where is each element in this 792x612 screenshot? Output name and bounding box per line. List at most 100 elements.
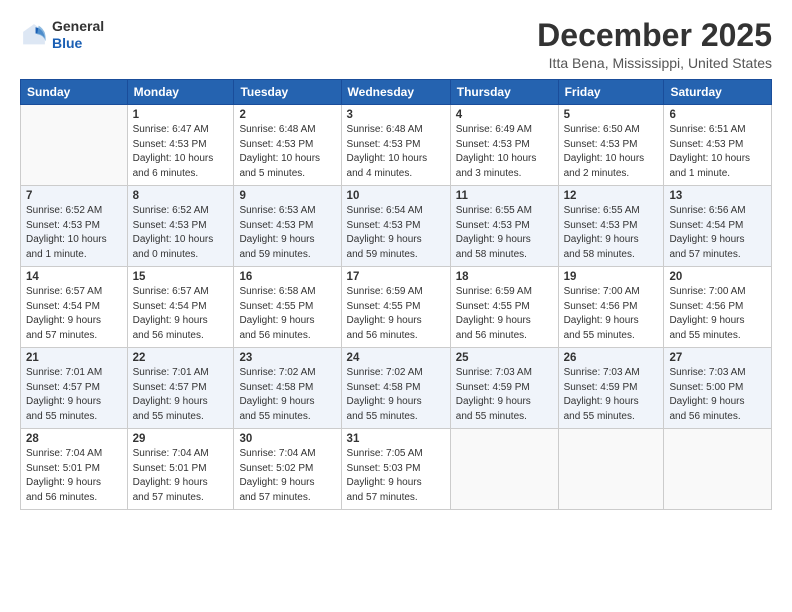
day-number: 9 (239, 190, 335, 202)
calendar-day-cell: 13 Sunrise: 6:56 AMSunset: 4:54 PMDayligh… (664, 186, 772, 267)
day-of-week-header: Wednesday (341, 80, 450, 105)
day-number: 14 (26, 271, 122, 283)
day-number: 11 (456, 190, 553, 202)
day-info: Sunrise: 6:48 AMSunset: 4:53 PMDaylight:… (347, 123, 445, 181)
calendar-day-cell: 18Sunrise: 6:59 AMSunset: 4:55 PMDayligh… (450, 267, 558, 348)
logo-blue: Blue (52, 35, 104, 52)
day-number: 4 (456, 109, 553, 121)
calendar-day-cell: 5 Sunrise: 6:50 AMSunset: 4:53 PMDaylight… (558, 105, 664, 186)
day-info: Sunrise: 6:50 AMSunset: 4:53 PMDaylight:… (564, 123, 659, 181)
day-number: 8 (133, 190, 229, 202)
day-number: 25 (456, 352, 553, 364)
day-info: Sunrise: 7:04 AMSunset: 5:02 PMDaylight:… (239, 447, 335, 505)
logo-text: General Blue (52, 18, 104, 52)
calendar-header-row: SundayMondayTuesdayWednesdayThursdayFrid… (21, 80, 772, 105)
day-info: Sunrise: 7:00 AMSunset: 4:56 PMDaylight:… (564, 285, 659, 343)
calendar-day-cell: 9Sunrise: 6:53 AMSunset: 4:53 PMDaylight… (234, 186, 341, 267)
day-info: Sunrise: 7:01 AMSunset: 4:57 PMDaylight:… (26, 366, 122, 424)
calendar-day-cell: 2Sunrise: 6:48 AMSunset: 4:53 PMDaylight… (234, 105, 341, 186)
calendar-day-cell: 22 Sunrise: 7:01 AMSunset: 4:57 PMDayligh… (127, 348, 234, 429)
calendar-week-row: 21 Sunrise: 7:01 AMSunset: 4:57 PMDayligh… (21, 348, 772, 429)
calendar-day-cell: 11 Sunrise: 6:55 AMSunset: 4:53 PMDayligh… (450, 186, 558, 267)
calendar-day-cell (450, 429, 558, 510)
day-info: Sunrise: 7:01 AMSunset: 4:57 PMDaylight:… (133, 366, 229, 424)
month-title: December 2025 (537, 18, 772, 53)
logo: General Blue (20, 18, 104, 52)
calendar-day-cell: 25Sunrise: 7:03 AMSunset: 4:59 PMDayligh… (450, 348, 558, 429)
day-number: 10 (347, 190, 445, 202)
calendar-week-row: 1Sunrise: 6:47 AMSunset: 4:53 PMDaylight… (21, 105, 772, 186)
day-info: Sunrise: 6:57 AMSunset: 4:54 PMDaylight:… (133, 285, 229, 343)
calendar-day-cell: 7 Sunrise: 6:52 AMSunset: 4:53 PMDaylight… (21, 186, 128, 267)
calendar-day-cell: 20Sunrise: 7:00 AMSunset: 4:56 PMDayligh… (664, 267, 772, 348)
day-number: 24 (347, 352, 445, 364)
calendar-day-cell: 4 Sunrise: 6:49 AMSunset: 4:53 PMDaylight… (450, 105, 558, 186)
header: General Blue December 2025 Itta Bena, Mi… (20, 18, 772, 71)
calendar-day-cell (664, 429, 772, 510)
day-info: Sunrise: 6:51 AMSunset: 4:53 PMDaylight:… (669, 123, 766, 181)
calendar-day-cell: 1Sunrise: 6:47 AMSunset: 4:53 PMDaylight… (127, 105, 234, 186)
day-info: Sunrise: 6:57 AMSunset: 4:54 PMDaylight:… (26, 285, 122, 343)
calendar-day-cell: 15 Sunrise: 6:57 AMSunset: 4:54 PMDayligh… (127, 267, 234, 348)
calendar-day-cell: 30 Sunrise: 7:04 AMSunset: 5:02 PMDayligh… (234, 429, 341, 510)
day-number: 30 (239, 433, 335, 445)
day-number: 21 (26, 352, 122, 364)
calendar-day-cell: 21 Sunrise: 7:01 AMSunset: 4:57 PMDayligh… (21, 348, 128, 429)
day-number: 20 (669, 271, 766, 283)
logo-general: General (52, 18, 104, 35)
calendar-day-cell: 24Sunrise: 7:02 AMSunset: 4:58 PMDayligh… (341, 348, 450, 429)
day-info: Sunrise: 6:52 AMSunset: 4:53 PMDaylight:… (26, 204, 122, 262)
day-info: Sunrise: 7:05 AMSunset: 5:03 PMDaylight:… (347, 447, 445, 505)
calendar-day-cell (558, 429, 664, 510)
day-info: Sunrise: 6:56 AMSunset: 4:54 PMDaylight:… (669, 204, 766, 262)
page: General Blue December 2025 Itta Bena, Mi… (0, 0, 792, 612)
day-of-week-header: Friday (558, 80, 664, 105)
day-number: 3 (347, 109, 445, 121)
calendar-week-row: 28Sunrise: 7:04 AMSunset: 5:01 PMDayligh… (21, 429, 772, 510)
day-number: 22 (133, 352, 229, 364)
calendar-day-cell: 3 Sunrise: 6:48 AMSunset: 4:53 PMDaylight… (341, 105, 450, 186)
day-of-week-header: Tuesday (234, 80, 341, 105)
day-info: Sunrise: 6:59 AMSunset: 4:55 PMDaylight:… (456, 285, 553, 343)
logo-icon (20, 21, 48, 49)
day-info: Sunrise: 6:59 AMSunset: 4:55 PMDaylight:… (347, 285, 445, 343)
calendar-week-row: 7 Sunrise: 6:52 AMSunset: 4:53 PMDaylight… (21, 186, 772, 267)
day-number: 27 (669, 352, 766, 364)
day-number: 28 (26, 433, 122, 445)
calendar-week-row: 14 Sunrise: 6:57 AMSunset: 4:54 PMDayligh… (21, 267, 772, 348)
calendar-day-cell: 16 Sunrise: 6:58 AMSunset: 4:55 PMDayligh… (234, 267, 341, 348)
day-info: Sunrise: 7:02 AMSunset: 4:58 PMDaylight:… (239, 366, 335, 424)
day-info: Sunrise: 6:55 AMSunset: 4:53 PMDaylight:… (456, 204, 553, 262)
day-of-week-header: Thursday (450, 80, 558, 105)
day-number: 31 (347, 433, 445, 445)
day-number: 19 (564, 271, 659, 283)
day-info: Sunrise: 6:58 AMSunset: 4:55 PMDaylight:… (239, 285, 335, 343)
calendar-day-cell: 14 Sunrise: 6:57 AMSunset: 4:54 PMDayligh… (21, 267, 128, 348)
day-info: Sunrise: 6:48 AMSunset: 4:53 PMDaylight:… (239, 123, 335, 181)
day-of-week-header: Saturday (664, 80, 772, 105)
day-number: 16 (239, 271, 335, 283)
day-number: 26 (564, 352, 659, 364)
day-number: 5 (564, 109, 659, 121)
day-info: Sunrise: 6:52 AMSunset: 4:53 PMDaylight:… (133, 204, 229, 262)
day-info: Sunrise: 6:55 AMSunset: 4:53 PMDaylight:… (564, 204, 659, 262)
day-info: Sunrise: 6:49 AMSunset: 4:53 PMDaylight:… (456, 123, 553, 181)
calendar-day-cell: 10 Sunrise: 6:54 AMSunset: 4:53 PMDayligh… (341, 186, 450, 267)
day-of-week-header: Monday (127, 80, 234, 105)
day-number: 29 (133, 433, 229, 445)
calendar-day-cell (21, 105, 128, 186)
day-number: 13 (669, 190, 766, 202)
location: Itta Bena, Mississippi, United States (537, 55, 772, 71)
day-number: 23 (239, 352, 335, 364)
calendar-day-cell: 6 Sunrise: 6:51 AMSunset: 4:53 PMDaylight… (664, 105, 772, 186)
day-number: 15 (133, 271, 229, 283)
day-info: Sunrise: 6:54 AMSunset: 4:53 PMDaylight:… (347, 204, 445, 262)
day-number: 12 (564, 190, 659, 202)
day-info: Sunrise: 7:03 AMSunset: 5:00 PMDaylight:… (669, 366, 766, 424)
day-number: 7 (26, 190, 122, 202)
day-number: 6 (669, 109, 766, 121)
calendar-day-cell: 29Sunrise: 7:04 AMSunset: 5:01 PMDayligh… (127, 429, 234, 510)
calendar-day-cell: 27 Sunrise: 7:03 AMSunset: 5:00 PMDayligh… (664, 348, 772, 429)
calendar-day-cell: 12 Sunrise: 6:55 AMSunset: 4:53 PMDayligh… (558, 186, 664, 267)
title-section: December 2025 Itta Bena, Mississippi, Un… (537, 18, 772, 71)
